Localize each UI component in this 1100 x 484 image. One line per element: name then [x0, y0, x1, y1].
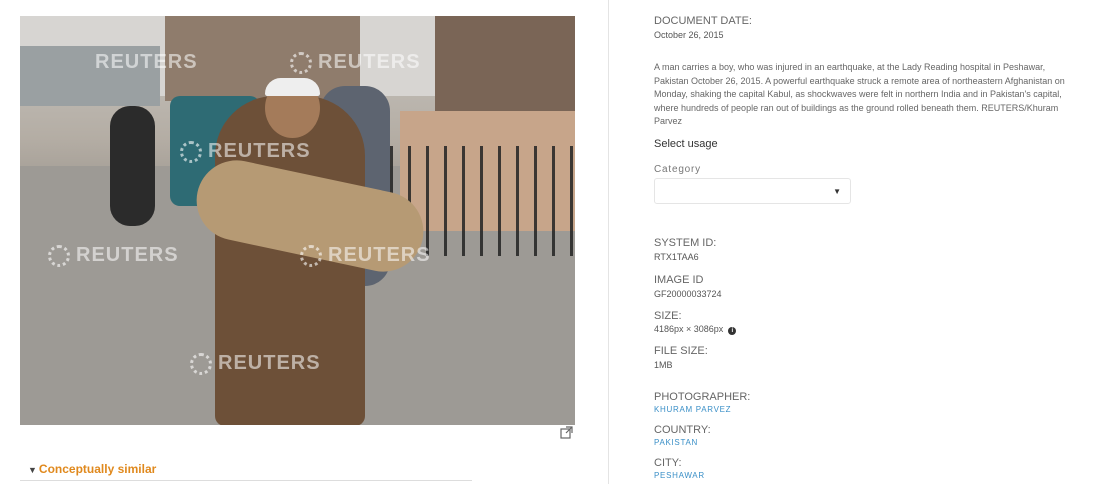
image-caption: A man carries a boy, who was injured in …	[654, 62, 1065, 126]
reuters-logo-icon	[190, 352, 212, 375]
news-photo[interactable]: REUTERS REUTERS REUTERS REUTERS REUTERS …	[20, 16, 575, 425]
info-icon[interactable]: i	[728, 327, 737, 335]
reuters-logo-icon	[180, 140, 202, 163]
city-label: CITY:	[654, 457, 682, 469]
country-link[interactable]: PAKISTAN	[654, 438, 698, 447]
photo-person	[110, 106, 155, 226]
document-date-label: DOCUMENT DATE:	[654, 15, 752, 27]
select-usage-heading: Select usage	[654, 138, 718, 150]
divider	[20, 480, 472, 481]
triangle-down-icon: ▼	[28, 465, 37, 475]
file-size-label: FILE SIZE:	[654, 345, 708, 357]
reuters-logo-icon	[300, 244, 322, 267]
photographer-link[interactable]: KHURAM PARVEZ	[654, 405, 731, 414]
photo-cap	[265, 78, 320, 96]
document-date-value: October 26, 2015	[654, 30, 724, 40]
image-id-value: GF20000033724	[654, 289, 722, 299]
system-id-value: RTX1TAA6	[654, 252, 699, 262]
category-select[interactable]: ▼	[654, 178, 851, 204]
country-label: COUNTRY:	[654, 424, 711, 436]
size-value: 4186px × 3086px	[654, 324, 724, 334]
watermark: REUTERS	[180, 140, 311, 163]
watermark: REUTERS	[48, 244, 179, 267]
watermark: REUTERS	[290, 51, 421, 74]
chevron-down-icon: ▼	[833, 187, 841, 196]
city-link[interactable]: PESHAWAR	[654, 471, 705, 480]
panel-divider	[608, 0, 609, 484]
file-size-value: 1MB	[654, 360, 673, 370]
reuters-logo-icon	[290, 51, 312, 74]
category-label: Category	[654, 164, 701, 175]
conceptually-similar-toggle[interactable]: ▼ Conceptually similar	[28, 462, 156, 476]
conceptually-similar-label: Conceptually similar	[38, 462, 157, 476]
image-panel: REUTERS REUTERS REUTERS REUTERS REUTERS …	[0, 0, 608, 484]
size-label: SIZE:	[654, 310, 682, 322]
watermark: REUTERS	[95, 51, 198, 73]
size-row: 4186px × 3086px i	[654, 324, 737, 335]
watermark: REUTERS	[190, 352, 321, 375]
image-id-label: IMAGE ID	[654, 274, 704, 286]
reuters-logo-icon	[48, 244, 70, 267]
photographer-label: PHOTOGRAPHER:	[654, 391, 751, 403]
system-id-label: SYSTEM ID:	[654, 237, 717, 249]
photo-building	[435, 16, 575, 126]
watermark: REUTERS	[300, 244, 431, 267]
external-link-icon[interactable]	[560, 426, 574, 440]
